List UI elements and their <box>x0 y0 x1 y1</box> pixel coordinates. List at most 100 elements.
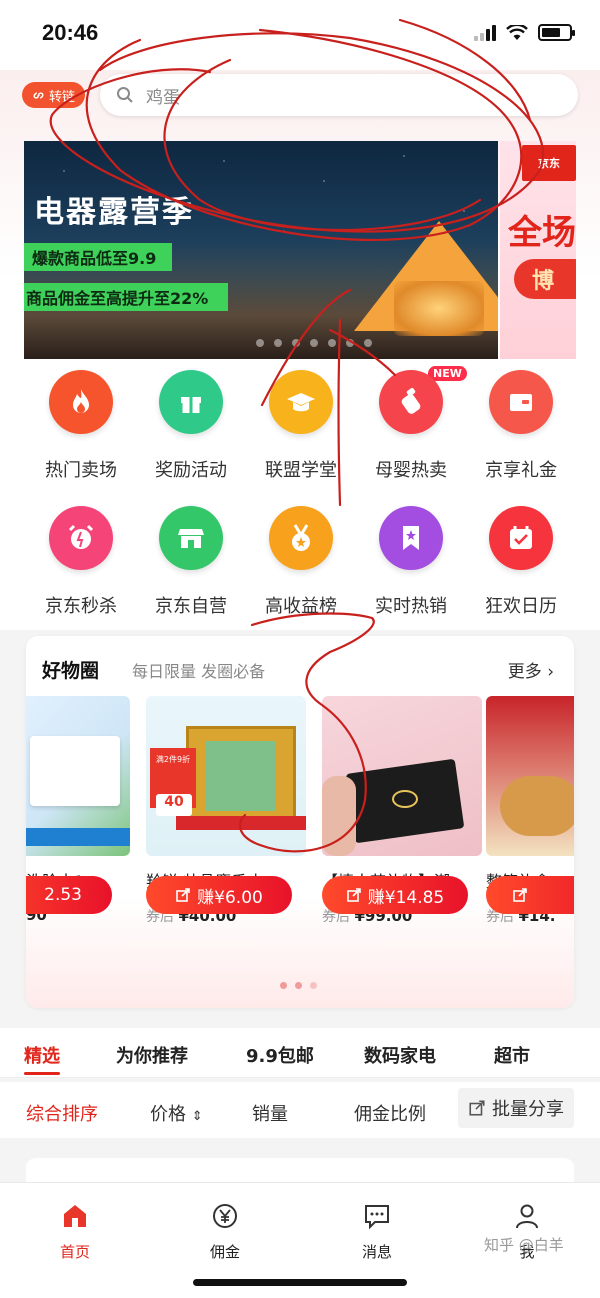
banner-tag-price: 爆款商品低至9.9 <box>24 243 173 271</box>
more-label: 更多 <box>507 662 542 682</box>
nav-home[interactable]: 首页 <box>30 1201 120 1262</box>
goods-subtitle: 每日限量 发圈必备 <box>132 662 266 681</box>
grid-label: 京享礼金 <box>485 460 557 481</box>
tab-free-shipping[interactable]: 9.9包邮 <box>246 1042 314 1068</box>
nav-label: 首页 <box>59 1243 90 1261</box>
sort-arrows-icon: ⇕ <box>191 1109 203 1124</box>
grid-item-calendar[interactable]: 狂欢日历 <box>466 506 576 618</box>
sort-bar: 综合排序 价格 ⇕ 销量 佣金比例 批量分享 <box>0 1082 600 1138</box>
share-icon <box>513 888 527 902</box>
share-icon <box>469 1100 485 1116</box>
product-image: 满2件9折 40 <box>146 696 306 856</box>
search-placeholder: 鸡蛋 <box>146 87 180 108</box>
message-icon <box>365 1205 389 1230</box>
tent-light <box>394 281 484 336</box>
batch-share-button[interactable]: 批量分享 <box>458 1088 574 1128</box>
sort-sales[interactable]: 销量 <box>252 1100 288 1126</box>
grid-label: 京东自营 <box>155 596 227 617</box>
earn-amount: 2.53 <box>44 885 82 905</box>
bookmark-star-icon <box>379 506 443 570</box>
sort-commission[interactable]: 佣金比例 <box>354 1100 426 1126</box>
grid-item-gift-money[interactable]: 京享礼金 <box>466 370 576 482</box>
promo-price: 40 <box>156 794 192 816</box>
tab-recommended[interactable]: 为你推荐 <box>116 1042 188 1068</box>
grid-item-live-hot[interactable]: 实时热销 <box>356 506 466 618</box>
sort-price[interactable]: 价格 ⇕ <box>150 1100 203 1126</box>
alarm-clock-icon <box>49 506 113 570</box>
grid-label: 实时热销 <box>375 596 447 617</box>
share-icon <box>346 888 361 902</box>
search-icon <box>117 87 133 103</box>
yen-coin-icon <box>213 1204 237 1228</box>
product-image <box>322 696 482 856</box>
gift-icon <box>159 370 223 434</box>
link-icon <box>33 91 44 99</box>
banner-next-title: 全场 <box>508 213 576 253</box>
card-pagination <box>280 982 317 989</box>
fire-icon <box>49 370 113 434</box>
tab-digital[interactable]: 数码家电 <box>364 1042 436 1068</box>
product-image <box>26 696 130 856</box>
tab-supermarket[interactable]: 超市 <box>494 1042 530 1068</box>
category-tabs: 精选 为你推荐 9.9包邮 数码家电 超市 <box>0 1028 600 1078</box>
status-bar: 20:46 <box>0 0 600 70</box>
grid-label: 奖励活动 <box>155 460 227 481</box>
status-icons <box>474 24 575 41</box>
grid-label: 联盟学堂 <box>265 460 337 481</box>
nav-messages[interactable]: 消息 <box>332 1201 422 1262</box>
goods-circle-card: 好物圈 每日限量 发圈必备 更多 › 洗脸巾1... 90 2.53 满2件9折… <box>26 636 574 1008</box>
tab-featured[interactable]: 精选 <box>24 1042 60 1068</box>
product-image <box>486 696 574 856</box>
home-icon <box>64 1205 86 1227</box>
jd-logo: 京东 <box>522 145 576 181</box>
grid-item-flash-sale[interactable]: 京东秒杀 <box>26 506 136 618</box>
tab-underline <box>24 1072 60 1075</box>
grid-item-high-return[interactable]: 高收益榜 <box>246 506 356 618</box>
graduation-cap-icon <box>269 370 333 434</box>
medal-icon <box>269 506 333 570</box>
earn-button[interactable]: 赚¥14.85 <box>322 876 468 914</box>
convert-link-button[interactable]: 转链 <box>22 82 86 108</box>
home-indicator[interactable] <box>193 1279 407 1286</box>
grid-item-rewards[interactable]: 奖励活动 <box>136 370 246 482</box>
grid-item-hot-venue[interactable]: 热门卖场 <box>26 370 136 482</box>
watermark: 知乎 @白羊 <box>484 1236 564 1254</box>
sort-default[interactable]: 综合排序 <box>26 1100 98 1126</box>
status-time: 20:46 <box>42 20 99 45</box>
grid-label: 京东秒杀 <box>45 596 117 617</box>
baby-bottle-icon <box>379 370 443 434</box>
earn-button[interactable] <box>486 876 574 914</box>
grid-label: 高收益榜 <box>265 596 337 617</box>
share-icon <box>176 888 190 902</box>
search-input[interactable]: 鸡蛋 <box>100 74 578 116</box>
nav-label: 佣金 <box>209 1243 240 1261</box>
earn-amount: 赚¥6.00 <box>197 887 263 908</box>
wifi-icon <box>506 24 528 40</box>
nav-label: 消息 <box>361 1243 392 1261</box>
chevron-right-icon: › <box>547 662 554 682</box>
signal-icon <box>474 24 496 41</box>
grid-item-jd-self[interactable]: 京东自营 <box>136 506 246 618</box>
earn-button[interactable]: 赚¥6.00 <box>146 876 292 914</box>
banner-title: 电器露营季 <box>34 195 194 230</box>
earn-amount: 赚¥14.85 <box>367 887 445 908</box>
person-icon <box>516 1204 538 1229</box>
promo-banner[interactable]: 电器露营季 爆款商品低至9.9 商品佣金至高提升至22% <box>24 141 498 359</box>
calendar-check-icon <box>489 506 553 570</box>
grid-label: 母婴热卖 <box>375 460 447 481</box>
nav-commission[interactable]: 佣金 <box>180 1201 270 1262</box>
grid-label: 热门卖场 <box>45 460 117 481</box>
grid-item-academy[interactable]: 联盟学堂 <box>246 370 356 482</box>
wallet-icon <box>489 370 553 434</box>
batch-share-label: 批量分享 <box>492 1099 564 1120</box>
banner-tag-commission: 商品佣金至高提升至22% <box>24 283 229 311</box>
grid-label: 狂欢日历 <box>485 596 557 617</box>
earn-button[interactable]: 2.53 <box>26 876 112 914</box>
banner-pagination <box>256 339 372 347</box>
more-link[interactable]: 更多 › <box>508 657 554 682</box>
store-icon <box>159 506 223 570</box>
grid-item-baby[interactable]: 母婴热卖 <box>356 370 466 482</box>
sort-price-label: 价格 <box>150 1104 186 1125</box>
goods-title: 好物圈 <box>42 660 100 682</box>
promo-banner-next[interactable]: 京东 全场 博 <box>500 141 576 359</box>
